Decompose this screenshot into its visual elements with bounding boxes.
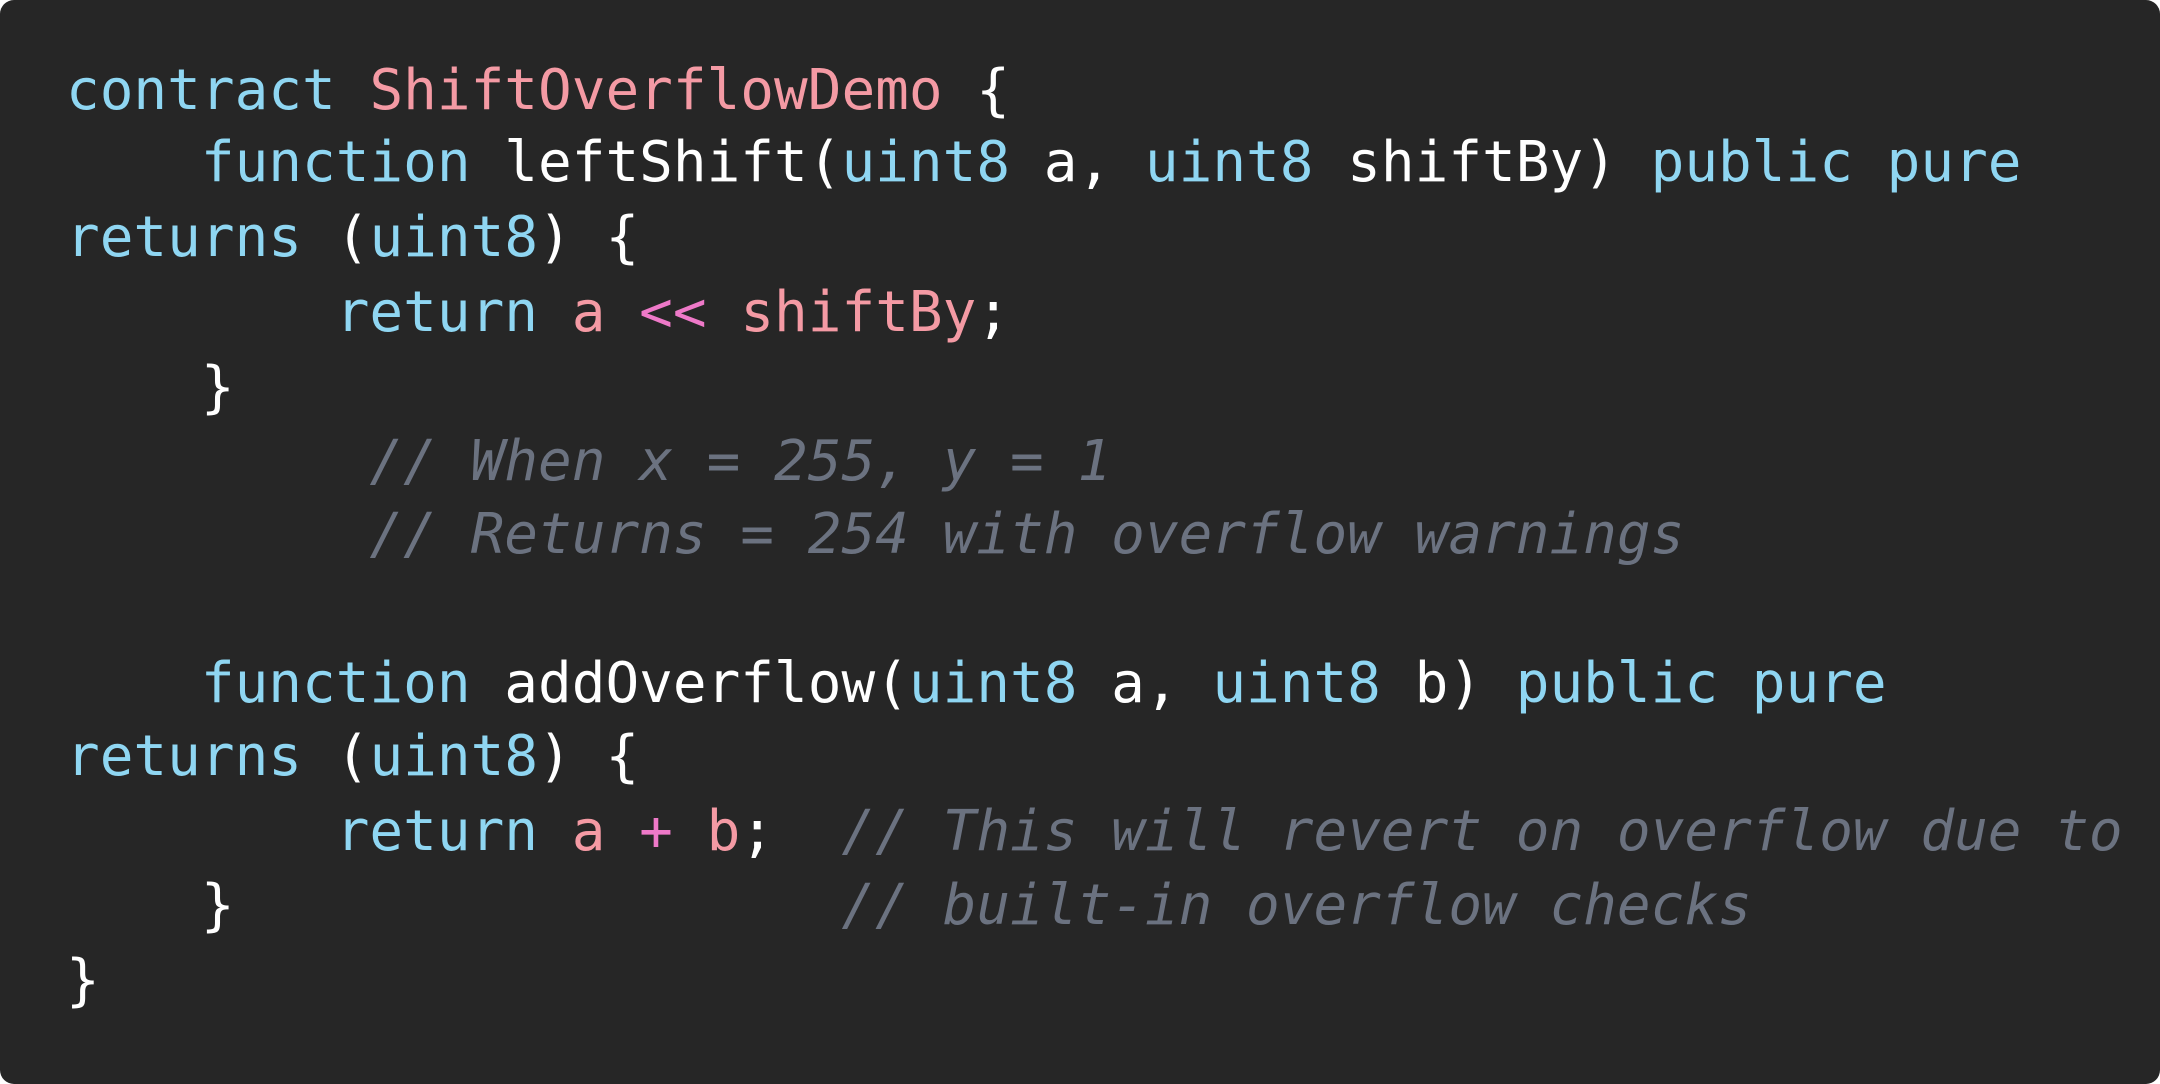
code-line: returns (uint8) {: [66, 201, 639, 275]
code-keyword: pure: [1886, 130, 2022, 195]
code-text: shiftBy): [1313, 130, 1651, 195]
code-keyword: uint8: [908, 651, 1078, 716]
code-text: a,: [1010, 130, 1145, 195]
code-operator: <<: [639, 280, 707, 345]
code-text: }: [66, 948, 100, 1013]
code-text: ) {: [538, 205, 640, 270]
code-text: a,: [1077, 651, 1213, 716]
code-line: return a + b; // This will revert on ove…: [66, 795, 2123, 869]
code-keyword: uint8: [369, 724, 539, 789]
code-comment: // When x = 255, y = 1: [369, 429, 1112, 494]
code-text: (: [302, 724, 370, 789]
code-keyword: return: [335, 799, 539, 864]
code-keyword: returns: [66, 724, 303, 789]
code-line: }: [66, 944, 100, 1018]
code-identifier: b: [706, 799, 741, 864]
code-line: // Returns = 254 with overflow warnings: [66, 498, 1684, 572]
code-identifier: a: [571, 280, 606, 345]
code-line: contract ShiftOverflowDemo {: [66, 54, 1010, 128]
code-keyword: function: [200, 130, 471, 195]
code-text: }: [66, 355, 235, 420]
code-text: ;: [740, 799, 842, 864]
code-keyword: returns: [66, 205, 303, 270]
code-text: }: [66, 873, 235, 938]
code-comment: // built-in overflow checks: [841, 873, 1752, 938]
code-line: function addOverflow(uint8 a, uint8 b) p…: [66, 647, 1887, 721]
code-text: (: [302, 205, 370, 270]
code-identifier: a: [571, 799, 606, 864]
code-keyword: return: [335, 280, 539, 345]
code-line: returns (uint8) {: [66, 720, 639, 794]
code-identifier: shiftBy: [740, 280, 977, 345]
code-keyword: contract: [66, 58, 336, 123]
code-panel: contract ShiftOverflowDemo { function le…: [0, 0, 2160, 1084]
code-text: ) {: [538, 724, 640, 789]
code-comment: // Returns = 254 with overflow warnings: [369, 502, 1685, 567]
code-operator: +: [639, 799, 673, 864]
code-line: }: [66, 351, 235, 425]
code-identifier: ShiftOverflowDemo: [369, 58, 943, 123]
code-line: function leftShift(uint8 a, uint8 shiftB…: [66, 126, 2022, 200]
code-keyword: uint8: [1212, 651, 1381, 716]
code-text: {: [942, 58, 1011, 123]
code-text: addOverflow(: [470, 651, 909, 716]
code-keyword: uint8: [369, 205, 539, 270]
code-line: // When x = 255, y = 1: [66, 425, 1111, 499]
code-text: ;: [976, 280, 1011, 345]
code-keyword: uint8: [841, 130, 1011, 195]
code-keyword: public: [1515, 651, 1719, 716]
code-comment: // This will revert on overflow due to: [841, 799, 2123, 864]
code-text: leftShift(: [470, 130, 842, 195]
code-keyword: public: [1650, 130, 1853, 195]
code-text: b): [1380, 651, 1516, 716]
code-keyword: function: [200, 651, 471, 716]
code-keyword: pure: [1751, 651, 1887, 716]
code-keyword: uint8: [1144, 130, 1314, 195]
code-line: } // built-in overflow checks: [66, 869, 1752, 943]
code-line: return a << shiftBy;: [66, 276, 1010, 350]
